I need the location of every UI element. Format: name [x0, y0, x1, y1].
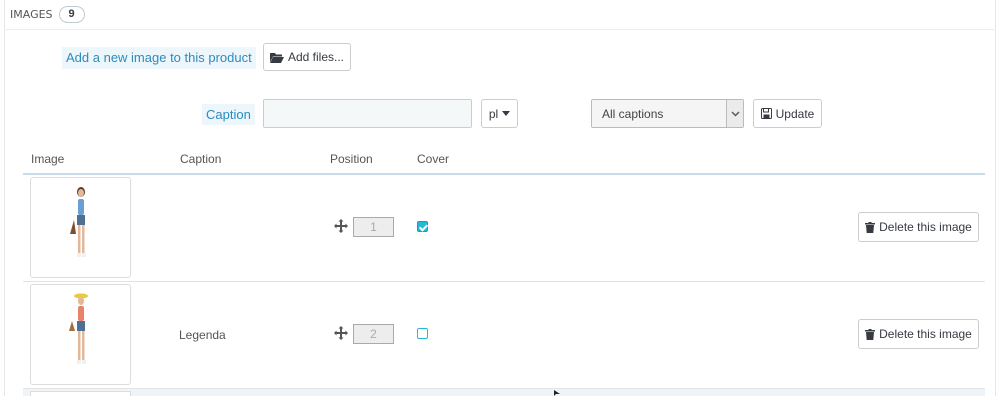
image-count-badge: 9: [58, 5, 85, 23]
delete-image-button[interactable]: Delete this image: [858, 212, 979, 242]
column-header-caption: Caption: [180, 152, 222, 166]
update-label: Update: [775, 106, 815, 121]
caption-filter-select[interactable]: All captions: [591, 99, 744, 128]
caption-input[interactable]: [263, 99, 472, 128]
add-files-label: Add files...: [287, 50, 345, 64]
add-image-label: Add a new image to this product: [62, 47, 256, 69]
move-arrows-icon[interactable]: [334, 326, 348, 340]
delete-image-button[interactable]: Delete this image: [858, 319, 979, 349]
position-field: 2: [353, 324, 394, 344]
row-caption: Legenda: [179, 328, 226, 342]
update-button[interactable]: Update: [753, 99, 822, 128]
mouse-cursor-icon: [554, 390, 560, 396]
move-arrows-icon[interactable]: [334, 219, 348, 233]
column-header-position: Position: [330, 152, 373, 166]
caption-label: Caption: [202, 104, 255, 125]
delete-label: Delete this image: [879, 327, 972, 341]
heading-divider: [4, 29, 996, 30]
column-header-image: Image: [31, 152, 65, 166]
cover-checkbox[interactable]: [417, 328, 428, 339]
language-dropdown[interactable]: pl: [481, 99, 518, 128]
delete-label: Delete this image: [879, 220, 972, 234]
chevron-down-icon: [726, 100, 743, 127]
trash-icon: [865, 328, 876, 340]
product-thumbnail[interactable]: [30, 177, 131, 278]
column-header-cover: Cover: [417, 152, 450, 166]
trash-icon: [865, 221, 876, 233]
table-row: 1 Delete this image: [23, 175, 985, 282]
panel-title: IMAGES: [10, 7, 53, 21]
model-photo: [70, 187, 86, 257]
product-thumbnail[interactable]: [30, 391, 131, 396]
cover-checkbox[interactable]: [417, 221, 428, 232]
caret-down-icon: [502, 111, 511, 116]
product-thumbnail[interactable]: [30, 284, 131, 385]
add-files-button[interactable]: Add files...: [263, 43, 351, 71]
folder-open-icon: [269, 52, 284, 63]
position-field: 1: [353, 217, 394, 237]
caption-filter-value: All captions: [602, 106, 664, 121]
table-row: [23, 389, 985, 396]
language-value: pl: [488, 106, 499, 121]
table-row: Legenda 2 Delete this image: [23, 282, 985, 389]
panel-heading: IMAGES 9: [10, 4, 85, 24]
model-photo: [69, 293, 88, 364]
floppy-disk-icon: [760, 108, 772, 119]
